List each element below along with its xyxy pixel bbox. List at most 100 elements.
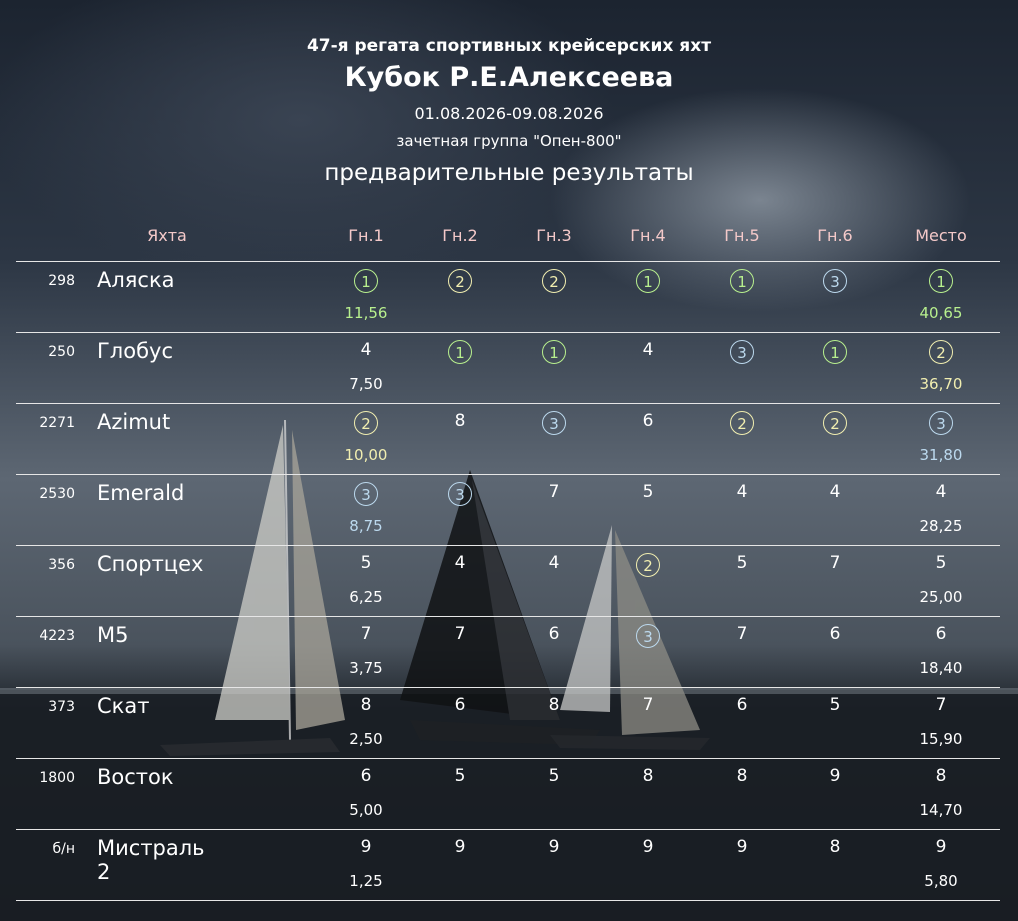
result-value: 6 bbox=[736, 695, 748, 715]
column-header: Гн.5 bbox=[724, 226, 760, 245]
race-result-cell: 3 bbox=[430, 482, 490, 506]
race-result-cell: 6 bbox=[336, 766, 396, 786]
race-result-cell: 5 bbox=[805, 695, 865, 715]
race-result-cell: 1 bbox=[618, 269, 678, 293]
race-result-cell: 5 bbox=[618, 482, 678, 502]
race-result-cell: 7 bbox=[712, 624, 772, 644]
row-divider bbox=[16, 403, 1000, 404]
race-result-cell: 7 bbox=[336, 624, 396, 644]
total-points: 36,70 bbox=[919, 375, 963, 393]
race-result-cell: 8 bbox=[618, 766, 678, 786]
total-points: 31,80 bbox=[919, 446, 963, 464]
result-value: 4 bbox=[642, 340, 654, 360]
race-result-cell: 1 bbox=[524, 340, 584, 364]
race-result-cell: 2 bbox=[524, 269, 584, 293]
result-value: 6 bbox=[360, 766, 372, 786]
column-header: Место bbox=[915, 226, 967, 245]
result-value: 9 bbox=[642, 837, 654, 857]
race-result-cell: 7 bbox=[618, 695, 678, 715]
result-value: 9 bbox=[829, 766, 841, 786]
result-value: 8 bbox=[454, 411, 466, 431]
total-points: 15,90 bbox=[919, 730, 963, 748]
total-points: 14,70 bbox=[919, 801, 963, 819]
race-result-cell: 9 bbox=[712, 837, 772, 857]
result-value: 5 bbox=[548, 766, 560, 786]
result-value: 4 bbox=[548, 553, 560, 573]
race-result-cell: 5 bbox=[430, 766, 490, 786]
race-result-cell: 1 bbox=[712, 269, 772, 293]
race-result-cell: 7 bbox=[524, 482, 584, 502]
result-value: 5 bbox=[454, 766, 466, 786]
race-result-cell: 3 bbox=[805, 269, 865, 293]
row-divider bbox=[16, 332, 1000, 333]
race-result-cell: 2 bbox=[336, 411, 396, 435]
podium-place-mark: 3 bbox=[354, 482, 378, 506]
result-value: 6 bbox=[454, 695, 466, 715]
podium-place-mark: 2 bbox=[636, 553, 660, 577]
result-value: 4 bbox=[829, 482, 841, 502]
result-value: 7 bbox=[829, 553, 841, 573]
result-value: 5 bbox=[829, 695, 841, 715]
row-divider bbox=[16, 474, 1000, 475]
total-points: 5,80 bbox=[924, 872, 958, 890]
race1-points: 3,75 bbox=[349, 659, 383, 677]
result-value: 7 bbox=[935, 695, 947, 715]
result-value: 5 bbox=[642, 482, 654, 502]
result-value: 8 bbox=[360, 695, 372, 715]
row-divider bbox=[16, 545, 1000, 546]
result-value: 7 bbox=[454, 624, 466, 644]
yacht-name: Восток bbox=[97, 765, 174, 789]
podium-place-mark: 1 bbox=[823, 340, 847, 364]
yacht-name: Аляска bbox=[97, 268, 175, 292]
result-value: 4 bbox=[360, 340, 372, 360]
race-result-cell: 6 bbox=[618, 411, 678, 431]
race-result-cell: 4 bbox=[430, 553, 490, 573]
yacht-name: Глобус bbox=[97, 339, 174, 363]
race-result-cell: 2 bbox=[618, 553, 678, 577]
podium-place-mark: 3 bbox=[730, 340, 754, 364]
result-value: 7 bbox=[360, 624, 372, 644]
column-header: Гн.2 bbox=[442, 226, 478, 245]
race1-points: 10,00 bbox=[344, 446, 388, 464]
result-value: 6 bbox=[935, 624, 947, 644]
race-result-cell: 5 bbox=[524, 766, 584, 786]
race1-points: 6,25 bbox=[349, 588, 383, 606]
yacht-name: Emerald bbox=[97, 481, 185, 505]
race-result-cell: 4 bbox=[524, 553, 584, 573]
race-result-cell: 8 bbox=[712, 766, 772, 786]
race1-points: 5,00 bbox=[349, 801, 383, 819]
race-result-cell: 9 bbox=[524, 837, 584, 857]
result-value: 9 bbox=[454, 837, 466, 857]
race-result-cell: 3 bbox=[336, 482, 396, 506]
total-points: 25,00 bbox=[919, 588, 963, 606]
sail-number: 356 bbox=[48, 557, 75, 573]
result-value: 6 bbox=[548, 624, 560, 644]
sail-number: б/н bbox=[52, 841, 75, 857]
row-divider bbox=[16, 758, 1000, 759]
total-points: 28,25 bbox=[919, 517, 963, 535]
final-place-cell: 4 bbox=[911, 482, 971, 502]
result-value: 9 bbox=[736, 837, 748, 857]
race1-points: 2,50 bbox=[349, 730, 383, 748]
result-value: 9 bbox=[360, 837, 372, 857]
podium-place-mark: 2 bbox=[929, 340, 953, 364]
race-result-cell: 1 bbox=[805, 340, 865, 364]
sail-number: 4223 bbox=[39, 628, 75, 644]
race-result-cell: 9 bbox=[336, 837, 396, 857]
final-place-cell: 2 bbox=[911, 340, 971, 364]
podium-place-mark: 2 bbox=[542, 269, 566, 293]
race-result-cell: 4 bbox=[336, 340, 396, 360]
race-result-cell: 2 bbox=[805, 411, 865, 435]
final-place-cell: 9 bbox=[911, 837, 971, 857]
column-header: Яхта bbox=[147, 226, 187, 245]
result-value: 7 bbox=[736, 624, 748, 644]
yacht-name: Azimut bbox=[97, 410, 171, 434]
podium-place-mark: 3 bbox=[542, 411, 566, 435]
podium-place-mark: 1 bbox=[636, 269, 660, 293]
results-table: Яхта Гн.1 Гн.2 Гн.3 Гн.4 Гн.5 Гн.6 Место 298 Аляс… bbox=[0, 0, 1018, 921]
final-place-cell: 6 bbox=[911, 624, 971, 644]
podium-place-mark: 2 bbox=[354, 411, 378, 435]
result-value: 6 bbox=[829, 624, 841, 644]
row-divider bbox=[16, 687, 1000, 688]
row-divider bbox=[16, 261, 1000, 262]
